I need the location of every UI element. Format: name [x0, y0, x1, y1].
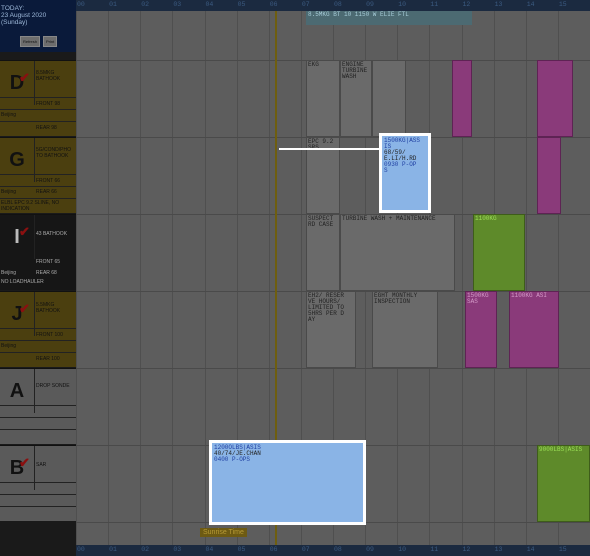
hour-tick: 07	[301, 1, 310, 8]
selected-event-block[interactable]: 1200OLBS|ASIS 40/74/JE.CHAN 0400 P-OPS	[209, 440, 366, 525]
hour-tick: 14	[526, 546, 535, 553]
hour-tick: 02	[141, 1, 150, 8]
hour-tick: 03	[173, 1, 182, 8]
aircraft-row-j[interactable]: J ✔ 5.5MKG BATHOOK FRONT 100 Beijing REA…	[0, 291, 76, 367]
hour-tick: 10	[398, 1, 407, 8]
hour-tick: 00	[77, 546, 85, 553]
rear-value: REAR 100	[36, 356, 60, 362]
hour-tick: 01	[109, 546, 117, 553]
aircraft-row-d[interactable]: D ✔ 8.5MKG BATHOOK FRONT 98 Beijing REAR…	[0, 60, 76, 136]
sunrise-label: Sunrise Time	[200, 528, 247, 537]
check-icon: ✔	[19, 224, 30, 239]
hour-tick: 07	[301, 546, 310, 553]
event-block[interactable]	[537, 60, 573, 137]
aircraft-name: 5G/COND/PHO TO BATHOOK	[36, 147, 72, 159]
aircraft-row-b[interactable]: B ✔ SAR	[0, 445, 76, 521]
event-block[interactable]	[372, 60, 406, 137]
aircraft-letter: A	[0, 369, 35, 413]
row-footer: Beijing	[1, 112, 17, 118]
aircraft-row-a[interactable]: A DROP SONDE	[0, 368, 76, 444]
row-note: NO LOADHAULER	[1, 279, 44, 285]
event-block[interactable]: EH2/ RESER VE HOURS/ LIMITED TO 5HRS PER…	[306, 291, 356, 368]
today-weekday: (Sunday)	[1, 19, 28, 26]
aircraft-panel: TODAY: 23 August 2020 (Sunday) Refresh P…	[0, 0, 76, 556]
selected-event-block[interactable]: 1500KG|ASS IS 68/59/ E.LI/H.RD 0930 P-OP…	[379, 133, 431, 213]
aircraft-name: 43 BATHOOK	[36, 231, 68, 237]
hour-tick: 11	[430, 1, 439, 8]
row-footer: Beijing	[1, 343, 17, 349]
front-value: FRONT 98	[36, 101, 61, 107]
hour-tick: 12	[462, 546, 471, 553]
hour-tick: 04	[205, 546, 214, 553]
hour-tick: 00	[77, 1, 85, 8]
hour-tick: 08	[334, 1, 342, 8]
timeline-header: 00 01 02 03 04 05 06 07 08 09 10 11 12 13 14 15	[76, 0, 590, 11]
hour-tick: 02	[141, 546, 150, 553]
hour-tick: 01	[109, 1, 117, 8]
hour-tick: 05	[237, 1, 246, 8]
hour-tick: 09	[366, 1, 374, 8]
hour-tick: 04	[205, 1, 214, 8]
hour-tick: 12	[462, 1, 471, 8]
event-block[interactable]: ENGINE TURBINE WASH	[340, 60, 372, 137]
print-button[interactable]: Print	[43, 36, 58, 47]
event-block[interactable]: 1100KG ASI	[509, 291, 559, 368]
hour-tick: 06	[269, 546, 278, 553]
event-block[interactable]: 8.5MKG BT 10 1150 W ELIE FTL	[306, 11, 472, 25]
event-block[interactable]: 1100KG	[473, 214, 525, 291]
hour-tick: 09	[366, 546, 374, 553]
aircraft-name: DROP SONDE	[36, 383, 70, 389]
today-header: TODAY: 23 August 2020 (Sunday) Refresh P…	[0, 0, 76, 52]
hour-tick: 15	[558, 1, 567, 8]
aircraft-letter: G	[0, 138, 35, 182]
event-block[interactable]: SUSPECT RD CASE	[306, 214, 340, 291]
scheduler-app: TODAY: 23 August 2020 (Sunday) Refresh P…	[0, 0, 590, 556]
row-footer: Beijing	[1, 270, 17, 276]
rear-value: REAR 68	[36, 270, 57, 276]
front-value: FRONT 100	[36, 332, 63, 338]
hour-tick: 10	[398, 546, 407, 553]
hour-tick: 05	[237, 546, 246, 553]
today-label: TODAY:	[1, 5, 25, 12]
hour-tick: 14	[526, 1, 535, 8]
hour-tick: 15	[558, 546, 567, 553]
check-icon: ✔	[19, 70, 30, 85]
front-value: FRONT 66	[36, 178, 61, 184]
today-date: 23 August 2020	[1, 12, 47, 19]
front-value: FRONT 65	[36, 259, 61, 265]
event-block[interactable]: TURBINE WASH + MAINTENANCE	[340, 214, 455, 291]
event-block[interactable]: EKG	[306, 60, 340, 137]
hour-tick: 13	[494, 1, 503, 8]
event-block[interactable]: 9000LBS|ASIS	[537, 445, 590, 522]
row-note: ELBL EPC 9.2 SLINE, NO INDICATION	[1, 200, 60, 212]
hour-tick: 06	[269, 1, 278, 8]
timeline-footer: 00 01 02 03 04 05 06 07 08 09 10 11 12 13 14 15	[76, 545, 590, 556]
hour-tick: 08	[334, 546, 342, 553]
refresh-button[interactable]: Refresh	[20, 36, 41, 47]
row-footer: Beijing	[1, 189, 17, 195]
event-block[interactable]	[452, 60, 472, 137]
aircraft-name: SAR	[36, 462, 47, 468]
hour-tick: 03	[173, 546, 182, 553]
aircraft-row-g[interactable]: G 5G/COND/PHO TO BATHOOK FRONT 66 Beijin…	[0, 137, 76, 213]
check-icon: ✔	[19, 455, 30, 470]
aircraft-name: 8.5MKG BATHOOK	[36, 70, 61, 82]
event-block[interactable]: EGHT MONTHLY INSPECTION	[372, 291, 438, 368]
check-icon: ✔	[19, 301, 30, 316]
schedule-grid[interactable]: 8.5MKG BT 10 1150 W ELIE FTL EKG ENGINE …	[76, 11, 590, 545]
rear-value: REAR 98	[36, 125, 57, 131]
aircraft-name: 5.5MKG BATHOOK	[36, 302, 61, 314]
hour-tick: 13	[494, 546, 503, 553]
hour-tick: 11	[430, 546, 439, 553]
rear-value: REAR 66	[36, 189, 57, 195]
event-block[interactable]	[537, 137, 561, 214]
drag-connector	[279, 148, 379, 150]
event-block[interactable]: 1500KG SAS	[465, 291, 497, 368]
aircraft-row-i[interactable]: I ✔ 43 BATHOOK FRONT 65 Beijing REAR 68 …	[0, 214, 76, 290]
